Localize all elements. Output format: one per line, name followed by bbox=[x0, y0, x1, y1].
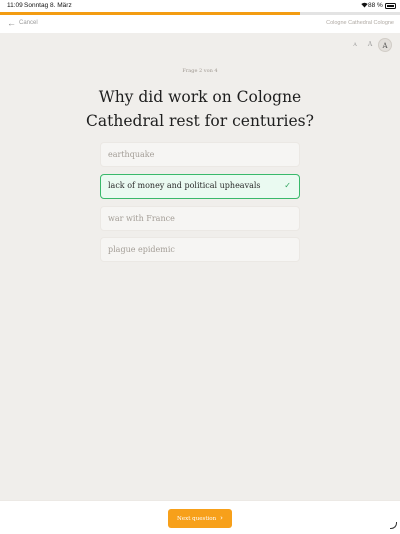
checkmark-icon: ✓ bbox=[284, 181, 291, 190]
font-size-selector: A A A bbox=[346, 38, 394, 52]
next-question-label: Next question bbox=[177, 516, 217, 522]
nav-title: Cologne Cathedral Cologne bbox=[326, 20, 394, 26]
answer-label: plague epidemic bbox=[108, 245, 175, 254]
question-text: Why did work on Cologne Cathedral rest f… bbox=[86, 88, 314, 130]
battery-percent: 88 % bbox=[368, 2, 383, 9]
status-time: 11:09 bbox=[7, 2, 23, 9]
answer-option[interactable]: plague epidemic bbox=[100, 237, 300, 262]
font-size-medium-button[interactable]: A bbox=[363, 38, 377, 52]
footer-bar: Next question › bbox=[0, 500, 400, 534]
answer-option[interactable]: earthquake bbox=[100, 142, 300, 167]
question-counter: Frage 2 von 4 bbox=[182, 68, 218, 74]
answer-option[interactable]: war with France bbox=[100, 206, 300, 231]
font-size-small-button[interactable]: A bbox=[348, 38, 362, 52]
answer-label: earthquake bbox=[108, 150, 155, 159]
wifi-icon bbox=[361, 2, 368, 10]
next-question-button[interactable]: Next question › bbox=[168, 509, 232, 528]
nav-bar: ← Cancel Cologne Cathedral Cologne bbox=[0, 15, 400, 33]
arrow-left-icon: ← bbox=[7, 18, 16, 28]
answer-label: war with France bbox=[108, 214, 175, 223]
status-date: Sonntag 8. März bbox=[24, 2, 72, 9]
font-size-large-button[interactable]: A bbox=[378, 38, 392, 52]
cancel-label: Cancel bbox=[19, 20, 38, 26]
answer-label: lack of money and political upheavals bbox=[108, 181, 261, 190]
answer-option-selected[interactable]: lack of money and political upheavals ✓ bbox=[100, 174, 300, 199]
cancel-button[interactable]: ← Cancel bbox=[7, 18, 38, 28]
chevron-right-icon: › bbox=[220, 514, 223, 522]
battery-icon bbox=[385, 3, 396, 9]
status-bar: 11:09 Sonntag 8. März 88 % bbox=[0, 0, 400, 12]
